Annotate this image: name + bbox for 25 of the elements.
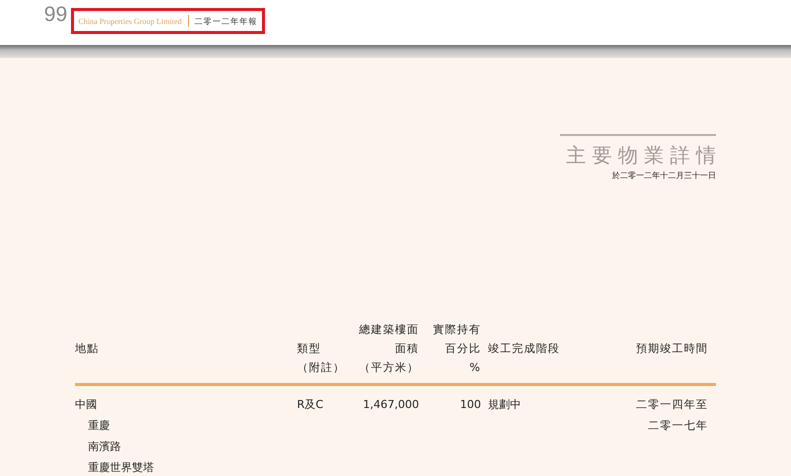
company-name: China Properties Group Limited [78, 16, 182, 26]
column-header: 實際持有 [433, 323, 481, 336]
page-number: 99 [44, 4, 68, 26]
report-title: 二零一二年年報 [194, 16, 258, 26]
column-note: （平方米） [359, 361, 419, 374]
table-cell: 100 [460, 398, 481, 411]
table-cell-text: 重慶世界雙塔 [87, 460, 155, 476]
table-cell-text: 中國 [75, 397, 98, 413]
table-cell: 1,467,000 [363, 398, 419, 411]
section-date: 於二零一二年十二月三十一日 [612, 170, 716, 181]
column-header: 總建築樓面 [359, 323, 419, 336]
table-cell: R及C [297, 398, 324, 411]
column-header: 地點 [75, 342, 99, 355]
table-cell-text: 南濱路 [87, 439, 122, 455]
column-note: （附註） [297, 361, 345, 374]
column-header: 百分比 [445, 342, 481, 355]
table-cell-text: 二零一四年至二零一七年 [635, 397, 708, 434]
column-header: 面積 [395, 342, 419, 355]
table-cell: 規劃中 [488, 398, 521, 411]
section-title: 主要物業詳情 [566, 142, 722, 168]
column-header: 預期竣工時間 [636, 342, 708, 355]
column-header: 竣工完成階段 [488, 342, 560, 355]
column-header: 類型 [297, 342, 321, 355]
table-cell-text: 重慶 [87, 418, 111, 434]
column-note: % [470, 361, 481, 374]
